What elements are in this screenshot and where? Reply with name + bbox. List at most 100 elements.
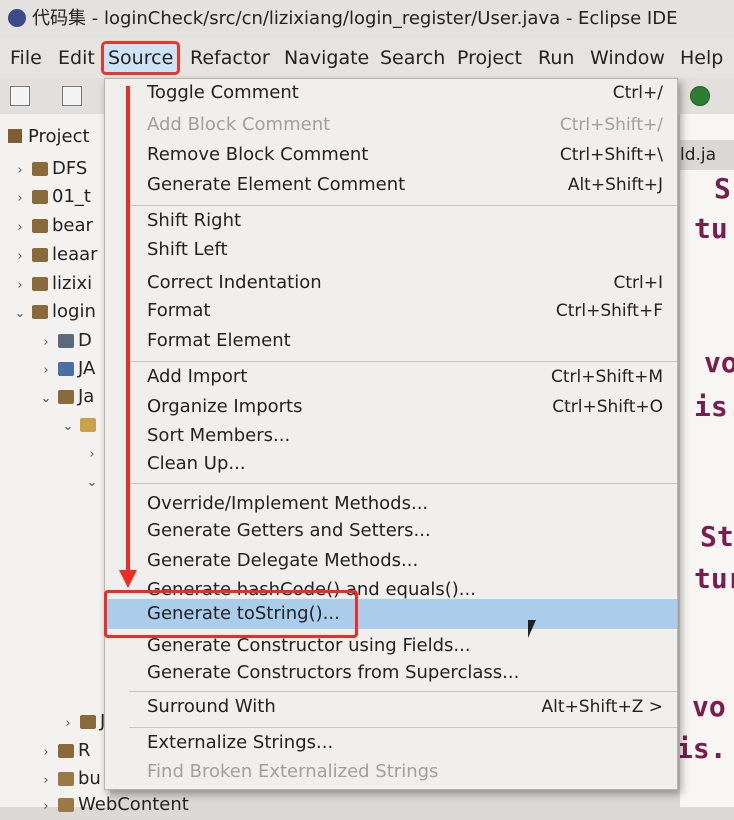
chevron-right-icon: › xyxy=(43,335,49,350)
package-icon xyxy=(80,418,96,432)
menu-item-toggle-comment[interactable]: Toggle Comment Ctrl+/ xyxy=(105,79,677,107)
menu-item-find-broken-externalized-strings: Find Broken Externalized Strings xyxy=(147,761,439,782)
menu-item-shift-right[interactable]: Shift Right xyxy=(105,207,677,235)
project-explorer: Project › DFS › 01_t › bear › leaar › lizixi … xyxy=(0,114,189,815)
menu-item-generate-constructors-superclass[interactable]: Generate Constructors from Superclass... xyxy=(105,659,677,687)
new-file-icon[interactable] xyxy=(10,86,30,106)
menu-navigate[interactable]: Navigate xyxy=(280,44,373,72)
menu-separator xyxy=(129,691,677,692)
annotation-arrow-head-icon xyxy=(119,570,137,588)
project-icon xyxy=(32,219,48,233)
chevron-right-icon: › xyxy=(43,799,49,814)
window-title: 代码集 - loginCheck/src/cn/lizixiang/login_… xyxy=(32,8,678,29)
code-editor[interactable]: ld.ja S tu vo is. St tur vo is. xyxy=(680,114,734,807)
annotation-highlight-box xyxy=(104,590,358,638)
project-icon xyxy=(32,248,48,262)
tree-item[interactable]: ⌄ xyxy=(84,468,100,494)
tree-item[interactable]: › xyxy=(84,440,100,466)
library-icon xyxy=(58,334,74,348)
tree-item[interactable]: › bear xyxy=(12,213,93,239)
menu-item-correct-indentation[interactable]: Correct Indentation Ctrl+I xyxy=(105,269,677,297)
chevron-right-icon: › xyxy=(43,363,49,378)
code-fragment: S xyxy=(714,172,731,205)
chevron-right-icon: › xyxy=(43,773,49,788)
menu-search[interactable]: Search xyxy=(376,44,449,72)
editor-tab[interactable]: ld.ja xyxy=(680,140,734,170)
menu-refactor[interactable]: Refactor xyxy=(186,44,274,72)
menu-item-generate-getters-setters[interactable]: Generate Getters and Setters... xyxy=(105,517,677,545)
menu-item-remove-block-comment[interactable]: Remove Block Comment Ctrl+Shift+\ xyxy=(105,141,677,169)
project-icon xyxy=(32,162,48,176)
menu-separator xyxy=(129,361,677,362)
menu-edit[interactable]: Edit xyxy=(54,44,99,72)
eclipse-icon xyxy=(8,9,26,27)
menu-item-generate-element-comment[interactable]: Generate Element Comment Alt+Shift+J xyxy=(105,171,677,199)
menu-item-externalize-strings[interactable]: Externalize Strings... xyxy=(105,729,677,757)
tree-item[interactable]: › D xyxy=(38,328,91,354)
chevron-right-icon: › xyxy=(17,249,23,264)
source-menu-dropdown: Toggle Comment Ctrl+/ Add Block Comment Ct… xyxy=(104,78,678,790)
tree-item[interactable]: › 01_t xyxy=(12,184,91,210)
code-fragment: tur xyxy=(694,562,734,595)
folder-icon xyxy=(8,129,22,143)
code-fragment: St xyxy=(700,520,734,553)
menu-project[interactable]: Project xyxy=(453,44,526,72)
tree-item[interactable]: › lizixi xyxy=(12,271,92,297)
menu-run[interactable]: Run xyxy=(534,44,578,72)
tree-item[interactable]: › bu xyxy=(38,766,100,792)
annotation-arrow-line xyxy=(126,86,130,574)
run-icon[interactable] xyxy=(690,86,710,106)
package-icon xyxy=(80,715,96,729)
code-fragment: is. xyxy=(694,390,734,423)
code-fragment: vo xyxy=(692,690,726,723)
tree-item[interactable]: ⌄ login xyxy=(12,299,96,325)
code-fragment: is. xyxy=(680,732,727,765)
menu-source[interactable]: Source xyxy=(100,41,181,75)
tree-item[interactable]: ⌄ xyxy=(60,412,100,438)
menu-item-add-import[interactable]: Add Import Ctrl+Shift+M xyxy=(105,363,677,391)
menu-item-sort-members[interactable]: Sort Members... xyxy=(105,422,677,450)
chevron-right-icon: › xyxy=(89,447,95,462)
project-icon xyxy=(32,277,48,291)
project-icon xyxy=(32,305,48,319)
save-icon[interactable] xyxy=(62,86,82,106)
menu-item-generate-delegate-methods[interactable]: Generate Delegate Methods... xyxy=(105,547,677,575)
chevron-right-icon: › xyxy=(43,745,49,760)
menu-item-surround-with[interactable]: Surround With Alt+Shift+Z > xyxy=(105,693,677,721)
tree-item[interactable]: › DFS xyxy=(12,156,87,182)
chevron-right-icon: › xyxy=(17,191,23,206)
tree-item[interactable]: › WebContent xyxy=(38,792,188,818)
menu-file[interactable]: File xyxy=(6,44,46,72)
menu-item-add-block-comment: Add Block Comment Ctrl+Shift+/ xyxy=(147,114,663,135)
mouse-cursor-icon xyxy=(528,620,536,638)
chevron-down-icon: ⌄ xyxy=(86,475,98,490)
chevron-down-icon: ⌄ xyxy=(40,391,52,406)
code-fragment: vo xyxy=(704,346,734,379)
menu-item-organize-imports[interactable]: Organize Imports Ctrl+Shift+O xyxy=(105,393,677,421)
menu-separator xyxy=(129,727,677,728)
project-explorer-tab[interactable]: Project xyxy=(0,122,110,152)
tree-item[interactable]: ⌄ Ja xyxy=(38,384,95,410)
chevron-right-icon: › xyxy=(65,716,71,731)
menu-item-format-element[interactable]: Format Element xyxy=(105,327,677,355)
menu-item-override-implement-methods[interactable]: Override/Implement Methods... xyxy=(105,490,677,518)
menu-separator xyxy=(129,205,677,206)
chevron-right-icon: › xyxy=(17,278,23,293)
jar-icon xyxy=(58,744,74,758)
menu-window[interactable]: Window xyxy=(586,44,669,72)
folder-icon xyxy=(58,772,74,786)
menu-help[interactable]: Help xyxy=(676,44,727,72)
chevron-down-icon: ⌄ xyxy=(14,306,26,321)
tree-item[interactable]: › JA xyxy=(38,356,95,382)
menu-item-shift-left[interactable]: Shift Left xyxy=(105,236,677,264)
chevron-down-icon: ⌄ xyxy=(62,419,74,434)
menu-bar: File Edit Source Refactor Navigate Searc… xyxy=(0,38,734,78)
menu-separator xyxy=(129,483,677,484)
package-icon xyxy=(58,390,74,404)
tree-item[interactable]: › R xyxy=(38,738,90,764)
tree-item[interactable]: › leaar xyxy=(12,242,97,268)
project-icon xyxy=(32,190,48,204)
code-fragment: tu xyxy=(694,212,728,245)
menu-item-clean-up[interactable]: Clean Up... xyxy=(105,450,677,478)
menu-item-format[interactable]: Format Ctrl+Shift+F xyxy=(105,297,677,325)
